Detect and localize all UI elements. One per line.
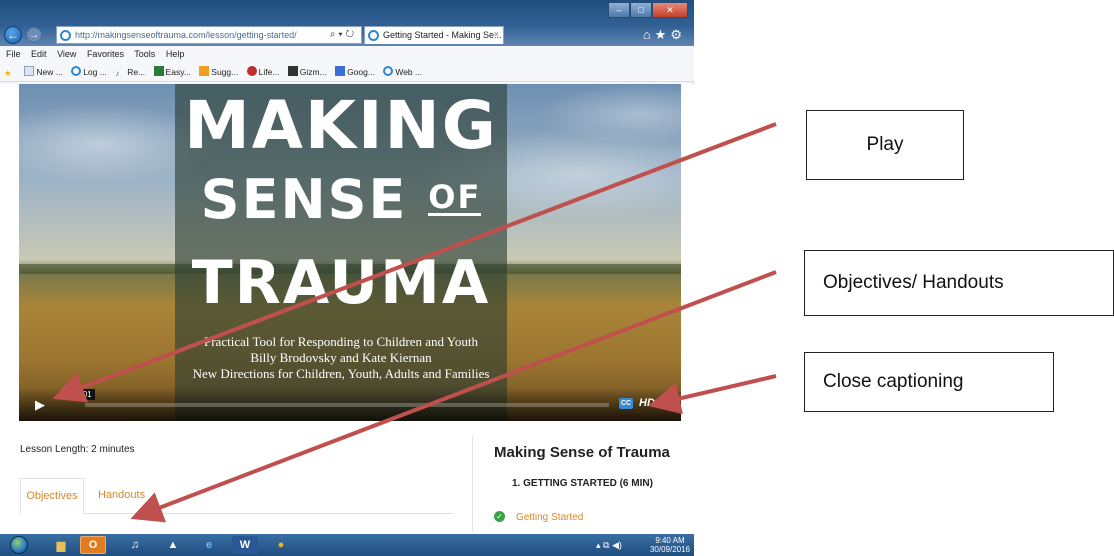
- hd-button[interactable]: HD: [639, 397, 655, 409]
- outlook-icon[interactable]: O: [80, 536, 106, 554]
- favorite-log[interactable]: Log ...: [71, 66, 107, 77]
- lesson-tabs: Objectives Handouts: [20, 478, 454, 514]
- video-controls: ▶ 0:01 CC HD ⤢: [19, 387, 681, 421]
- closed-captions-button[interactable]: CC: [619, 398, 633, 409]
- screenshot: – □ ✕ ← → http://makingsenseoftrauma.com…: [0, 0, 1114, 556]
- progress-bar[interactable]: [85, 403, 609, 407]
- favorites-bar: ★ New ... Log ... ♪ Re... Easy... Sugg...…: [0, 62, 694, 82]
- callout-objectives-handouts: Objectives/ Handouts: [804, 250, 1114, 316]
- clock-time: 9:40 AM: [655, 536, 685, 545]
- video-subtitle-1: Practical Tool for Responding to Childre…: [204, 334, 478, 349]
- back-button[interactable]: ←: [4, 26, 22, 44]
- favorite-new[interactable]: New ...: [24, 66, 63, 77]
- video-title-line-2: SENSE OF: [200, 168, 482, 231]
- video-title-line-3: TRAUMA: [191, 248, 491, 318]
- course-title: Making Sense of Trauma: [494, 444, 670, 461]
- favorite-life[interactable]: Life...: [246, 66, 279, 77]
- start-button[interactable]: [10, 536, 28, 554]
- video-subtitle-3: New Directions for Children, Youth, Adul…: [192, 366, 490, 381]
- section-heading[interactable]: 1. GETTING STARTED (6 MIN): [512, 478, 653, 489]
- word-icon[interactable]: W: [232, 536, 258, 554]
- minimize-button[interactable]: –: [608, 2, 630, 18]
- menu-bar: File Edit View Favorites Tools Help: [0, 46, 694, 62]
- browser-window: – □ ✕ ← → http://makingsenseoftrauma.com…: [0, 0, 694, 84]
- time-tooltip: 0:01: [73, 389, 95, 400]
- close-window-button[interactable]: ✕: [652, 2, 688, 18]
- menu-tools[interactable]: Tools: [134, 49, 155, 59]
- address-bar[interactable]: http://makingsenseoftrauma.com/lesson/ge…: [56, 26, 362, 44]
- tab-title: Getting Started - Making Se...: [383, 30, 502, 40]
- callout-play: Play: [806, 110, 964, 180]
- callout-close-captioning: Close captioning: [804, 352, 1054, 412]
- favorite-goog[interactable]: Goog...: [335, 66, 375, 77]
- clock-date: 30/09/2016: [649, 545, 691, 554]
- column-divider: [472, 436, 473, 532]
- menu-file[interactable]: File: [6, 49, 21, 59]
- menu-edit[interactable]: Edit: [31, 49, 47, 59]
- internet-explorer-icon[interactable]: e: [196, 536, 222, 554]
- browser-titlebar: – □ ✕ ← → http://makingsenseoftrauma.com…: [0, 0, 694, 46]
- tab-close-icon[interactable]: ×: [494, 29, 499, 39]
- fullscreen-icon[interactable]: ⤢: [661, 395, 671, 411]
- video-subtitle-2: Billy Brodovsky and Kate Kiernan: [250, 350, 432, 365]
- address-url: http://makingsenseoftrauma.com/lesson/ge…: [75, 30, 297, 40]
- favorite-sugg[interactable]: Sugg...: [199, 66, 238, 77]
- lesson-length: Lesson Length: 2 minutes: [20, 444, 135, 455]
- maximize-button[interactable]: □: [630, 2, 652, 18]
- search-refresh-icons[interactable]: ⌕▾↻: [330, 29, 357, 40]
- photos-icon[interactable]: ▲: [160, 536, 186, 554]
- favorite-web[interactable]: Web ...: [383, 66, 422, 77]
- system-tray-icons[interactable]: ▴ ⧉ ◀): [596, 540, 622, 551]
- windows-taskbar: ▆ O ♫ ▲ e W ● ▴ ⧉ ◀) 9:40 AM 30/09/2016: [0, 534, 694, 556]
- play-button[interactable]: ▶: [29, 395, 51, 415]
- favorite-gizm[interactable]: Gizm...: [287, 66, 327, 77]
- home-favorites-settings-icons[interactable]: ⌂★⚙: [643, 27, 686, 43]
- video-title-line-1: MAKING: [184, 87, 498, 164]
- favorites-star-icon[interactable]: ★: [4, 67, 16, 78]
- window-controls: – □ ✕: [608, 2, 688, 18]
- taskbar-clock[interactable]: 9:40 AM 30/09/2016: [648, 536, 692, 554]
- video-player[interactable]: MAKING SENSE OF TRAUMA Practical Tool fo…: [19, 84, 681, 421]
- tab-handouts[interactable]: Handouts: [98, 478, 145, 514]
- chrome-icon[interactable]: ●: [268, 536, 294, 554]
- menu-view[interactable]: View: [57, 49, 76, 59]
- itunes-icon[interactable]: ♫: [122, 536, 148, 554]
- lesson-link-getting-started[interactable]: Getting Started: [516, 512, 583, 523]
- tab-objectives[interactable]: Objectives: [20, 478, 84, 514]
- browser-tab[interactable]: Getting Started - Making Se... ×: [364, 26, 504, 44]
- forward-button[interactable]: →: [26, 27, 42, 43]
- ie-page-icon: [60, 30, 71, 41]
- check-icon: ✓: [494, 511, 505, 522]
- menu-favorites[interactable]: Favorites: [87, 49, 124, 59]
- favorite-easy[interactable]: Easy...: [153, 66, 191, 77]
- explorer-icon[interactable]: ▆: [48, 536, 74, 554]
- tab-favicon: [368, 30, 379, 41]
- favorite-re[interactable]: ♪ Re...: [115, 67, 145, 78]
- menu-help[interactable]: Help: [166, 49, 185, 59]
